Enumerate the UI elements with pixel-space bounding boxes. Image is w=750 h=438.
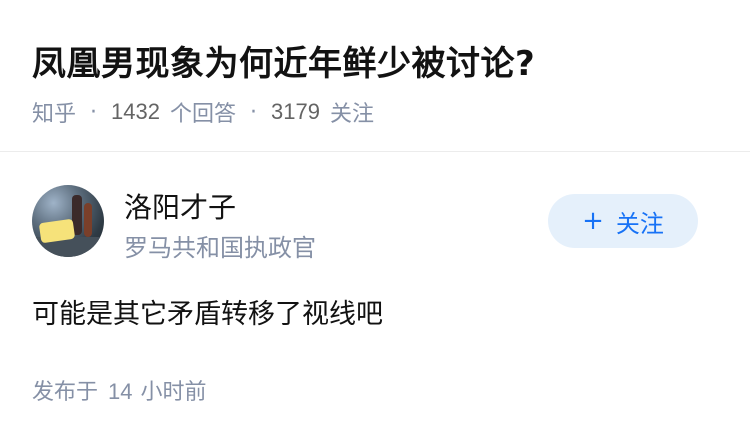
author-name[interactable]: 洛阳才子 — [124, 186, 236, 226]
follow-button-label: 关注 — [615, 209, 664, 238]
time-prefix: 发布于 — [32, 380, 99, 405]
avatar[interactable] — [32, 185, 104, 257]
plus-icon: + — [582, 206, 604, 236]
question-header: 凤凰男现象为何近年鲜少被讨论? 知乎 · 1432 个回答 · 3179 关注 — [0, 0, 750, 152]
answer-time: 发布于 14 小时前 — [32, 374, 207, 406]
answer-count: 1432 — [111, 99, 160, 124]
follower-count-label: 关注 — [329, 102, 374, 127]
meta-separator: · — [90, 99, 98, 125]
question-meta: 知乎 · 1432 个回答 · 3179 关注 — [32, 96, 374, 128]
answer-content[interactable]: 可能是其它矛盾转移了视线吧 — [32, 292, 383, 331]
answer-count-label: 个回答 — [169, 102, 236, 127]
meta-separator: · — [249, 99, 257, 125]
source-label[interactable]: 知乎 — [32, 96, 76, 128]
time-suffix: 小时前 — [140, 380, 207, 405]
time-value: 14 — [108, 379, 133, 404]
answer-card: 洛阳才子 罗马共和国执政官 + 关注 可能是其它矛盾转移了视线吧 发布于 14 小时… — [0, 152, 750, 438]
question-title[interactable]: 凤凰男现象为何近年鲜少被讨论? — [32, 36, 535, 85]
avatar-figure — [84, 203, 92, 237]
follower-count: 3179 — [270, 99, 320, 124]
author-headline: 罗马共和国执政官 — [124, 234, 316, 262]
follow-button[interactable]: + 关注 — [548, 194, 698, 248]
